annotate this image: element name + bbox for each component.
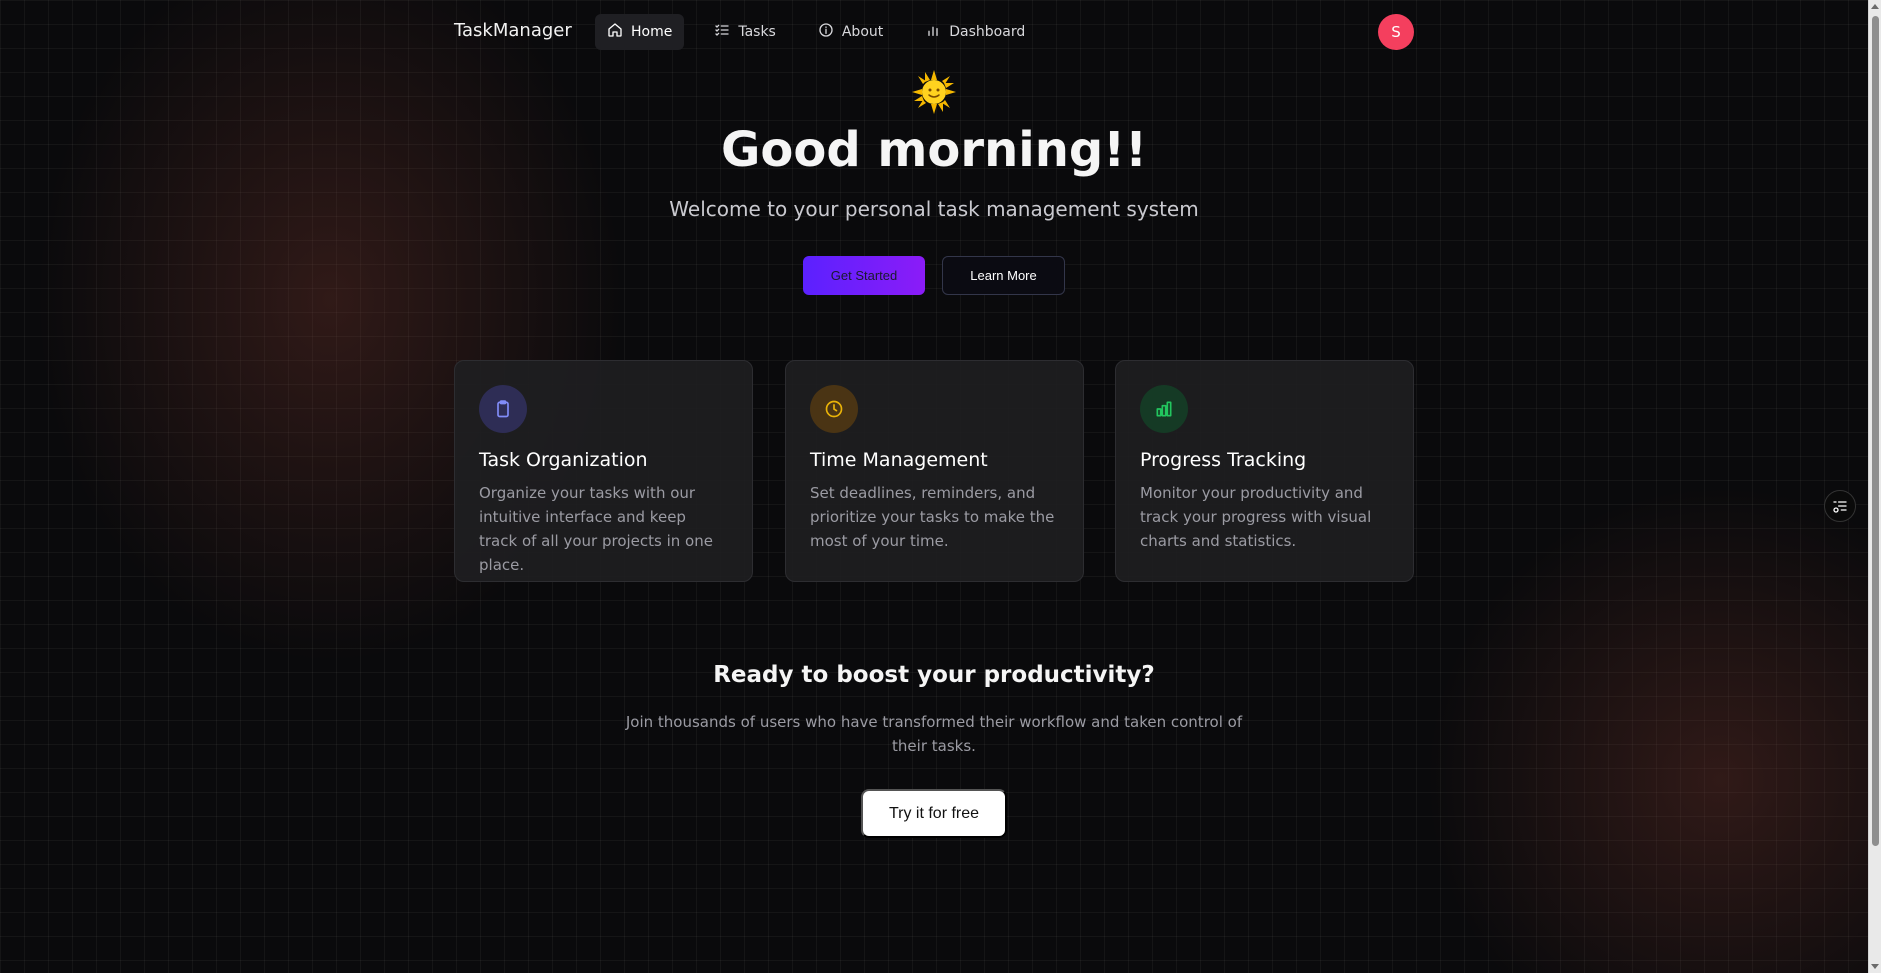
feature-description: Organize your tasks with our intuitive i… — [479, 484, 713, 574]
feature-card-task-organization: Task Organization Organize your tasks wi… — [454, 360, 753, 582]
cta-title: Ready to boost your productivity? — [713, 662, 1155, 688]
scroll-down-icon[interactable] — [1871, 964, 1879, 969]
scroll-up-icon[interactable] — [1871, 4, 1879, 9]
avatar[interactable]: S — [1378, 14, 1414, 50]
nav-items: Home Tasks About Dashboard — [595, 14, 1037, 50]
top-navbar: TaskManager Home Tasks About Dashboard S — [454, 14, 1414, 50]
feature-title: Task Organization — [479, 449, 648, 471]
info-icon — [818, 22, 834, 42]
nav-item-home[interactable]: Home — [595, 14, 685, 50]
feature-title: Time Management — [810, 449, 988, 471]
settings-toggle-icon[interactable] — [1824, 490, 1856, 522]
try-free-button[interactable]: Try it for free — [861, 789, 1007, 838]
nav-item-label: About — [841, 24, 884, 40]
brand-logo[interactable]: TaskManager — [454, 20, 572, 41]
scrollbar-thumb[interactable] — [1872, 16, 1879, 846]
nav-item-about[interactable]: About — [806, 14, 895, 50]
clock-icon — [810, 385, 858, 433]
list-check-icon — [714, 22, 730, 42]
feature-description: Monitor your productivity and track your… — [1140, 484, 1372, 550]
feature-card-time-management: Time Management Set deadlines, reminders… — [785, 360, 1084, 582]
nav-item-tasks[interactable]: Tasks — [702, 14, 788, 50]
page: TaskManager Home Tasks About Dashboard S… — [0, 0, 1868, 973]
vertical-scrollbar[interactable] — [1868, 0, 1881, 973]
bar-chart-icon — [925, 22, 941, 42]
nav-item-label: Home — [631, 24, 673, 40]
feature-description: Set deadlines, reminders, and prioritize… — [810, 484, 1055, 550]
hero-title: Good morning!! — [720, 122, 1148, 178]
sun-emoji-icon — [912, 70, 956, 114]
feature-card-progress-tracking: Progress Tracking Monitor your productiv… — [1115, 360, 1414, 582]
get-started-button[interactable]: Get Started — [803, 256, 925, 295]
learn-more-button[interactable]: Learn More — [942, 256, 1065, 295]
hero-subtitle: Welcome to your personal task management… — [669, 197, 1199, 221]
bar-chart-icon — [1140, 385, 1188, 433]
home-icon — [607, 22, 623, 42]
feature-title: Progress Tracking — [1140, 449, 1307, 471]
nav-item-label: Tasks — [738, 24, 776, 40]
nav-item-label: Dashboard — [949, 24, 1026, 40]
nav-item-dashboard[interactable]: Dashboard — [913, 14, 1037, 50]
cta-text: Join thousands of users who have transfo… — [625, 713, 1243, 755]
clipboard-icon — [479, 385, 527, 433]
